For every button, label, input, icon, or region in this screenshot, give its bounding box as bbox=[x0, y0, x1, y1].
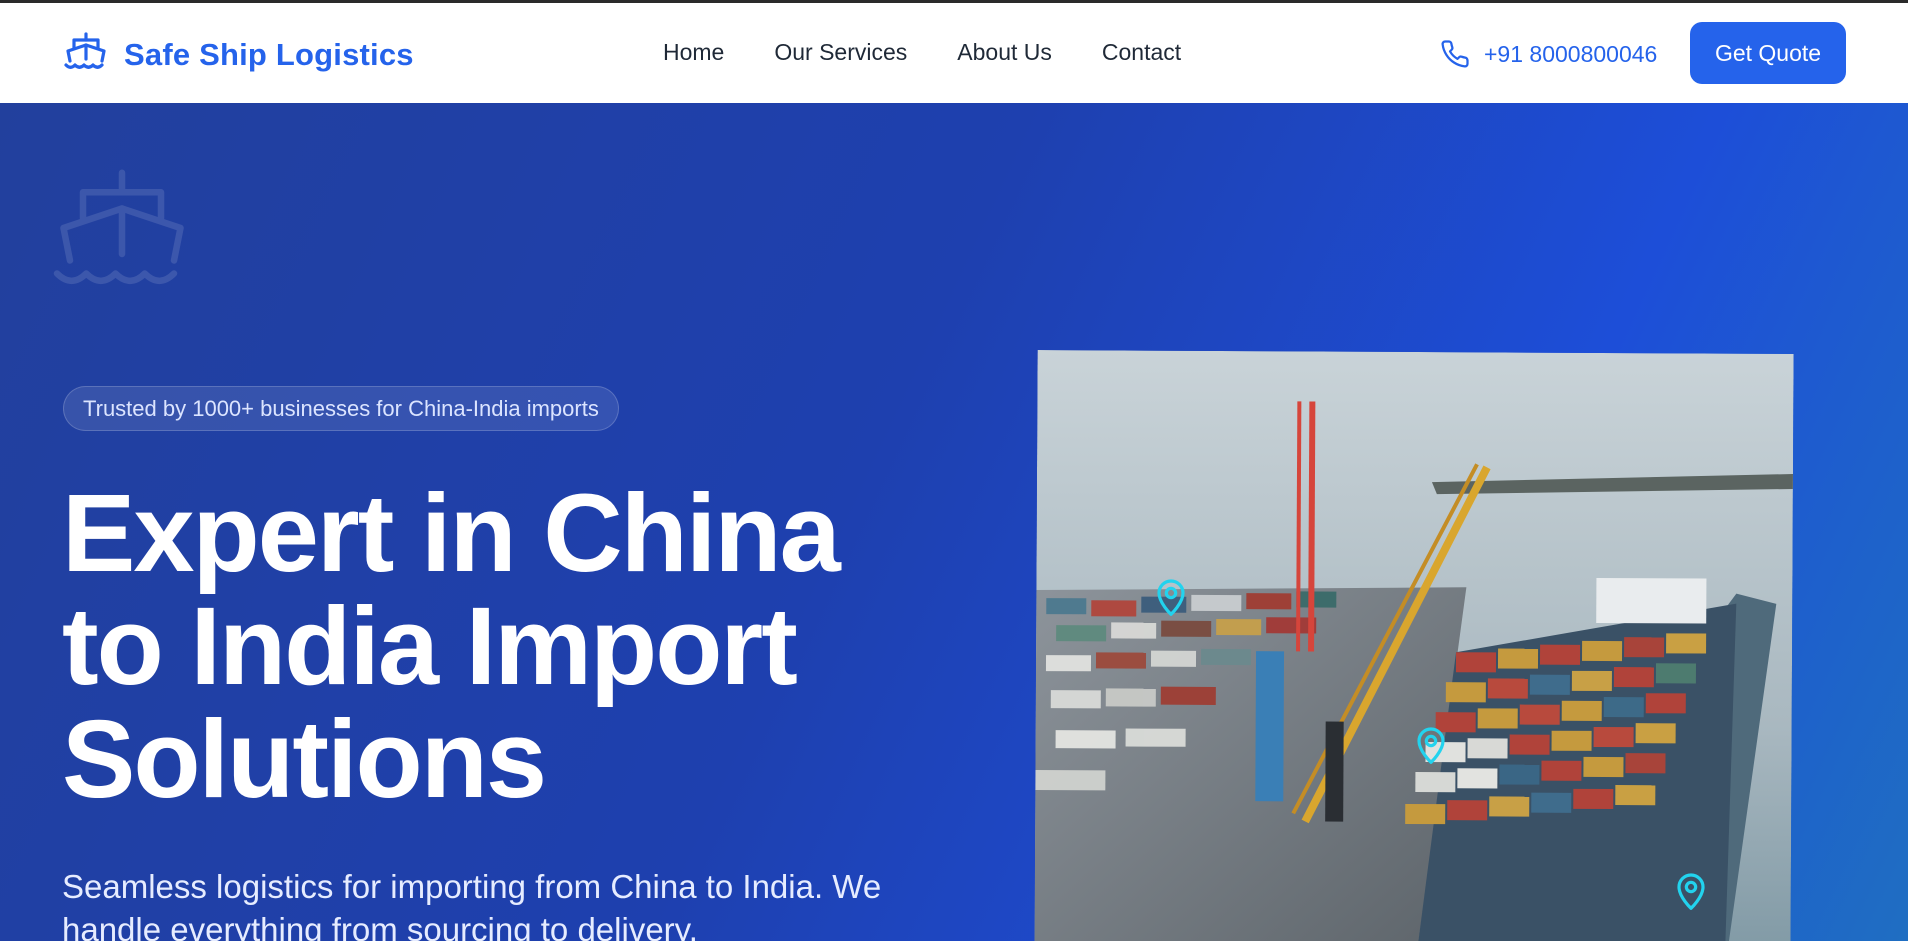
hero-headline: Expert in China to India Import Solution… bbox=[62, 472, 841, 821]
nav-link-about[interactable]: About Us bbox=[957, 39, 1052, 66]
nav-link-services[interactable]: Our Services bbox=[774, 39, 907, 66]
nav-link-home[interactable]: Home bbox=[663, 39, 724, 66]
port-image bbox=[1034, 350, 1794, 941]
hero-subtext: Seamless logistics for importing from Ch… bbox=[62, 868, 882, 941]
trust-badge: Trusted by 1000+ businesses for China-In… bbox=[63, 386, 619, 431]
phone-icon bbox=[1441, 40, 1469, 68]
navbar: Safe Ship Logistics Home Our Services Ab… bbox=[0, 3, 1908, 103]
phone-number: +91 8000800046 bbox=[1484, 40, 1658, 67]
get-quote-button[interactable]: Get Quote bbox=[1690, 22, 1846, 84]
hero-section: Trusted by 1000+ businesses for China-In… bbox=[0, 103, 1908, 941]
ship-icon bbox=[53, 169, 184, 285]
ship-icon bbox=[64, 32, 106, 69]
phone-link[interactable]: +91 8000800046 bbox=[1440, 39, 1657, 69]
main-nav: Home Our Services About Us Contact bbox=[663, 39, 1181, 66]
map-pin-icon bbox=[1677, 873, 1705, 910]
map-pin-icon bbox=[1417, 727, 1445, 764]
nav-link-contact[interactable]: Contact bbox=[1102, 39, 1181, 66]
map-pin-icon bbox=[1157, 579, 1185, 616]
brand-name: Safe Ship Logistics bbox=[124, 37, 414, 72]
brand-logo-link[interactable]: Safe Ship Logistics bbox=[62, 31, 414, 79]
